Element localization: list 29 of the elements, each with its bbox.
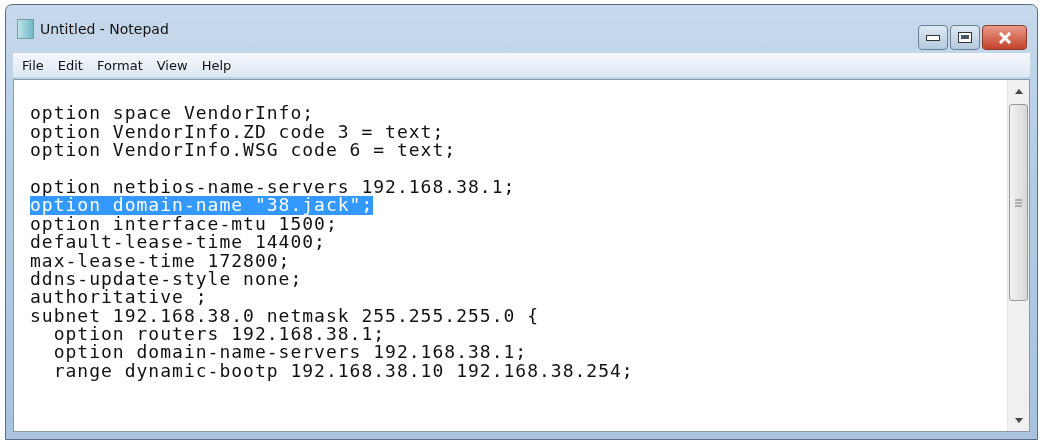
window-title: Untitled - Notepad bbox=[40, 21, 170, 37]
menu-item[interactable]: View bbox=[150, 57, 194, 73]
menu-item[interactable]: Edit bbox=[51, 57, 89, 73]
scrollbar-thumb[interactable] bbox=[1009, 104, 1028, 301]
minimize-button[interactable] bbox=[918, 25, 948, 50]
maximize-icon bbox=[958, 32, 972, 43]
text-line: option domain-name-servers 192.168.38.1; bbox=[52, 343, 528, 362]
vertical-scrollbar[interactable] bbox=[1007, 80, 1029, 431]
text-line: authoritative ; bbox=[30, 288, 208, 307]
text-line: option space VendorInfo; bbox=[30, 104, 315, 123]
minimize-icon bbox=[926, 34, 940, 41]
notepad-icon bbox=[17, 19, 34, 39]
maximize-button[interactable] bbox=[950, 25, 980, 50]
menu-item[interactable]: Format bbox=[90, 57, 149, 73]
menu-item[interactable]: Help bbox=[195, 57, 238, 73]
text-line: max-lease-time 172800; bbox=[30, 251, 291, 270]
text-line: default-lease-time 14400; bbox=[30, 233, 326, 252]
close-icon bbox=[997, 31, 1012, 44]
text-line: range dynamic-bootp 192.168.38.10 192.168.38.254; bbox=[52, 361, 634, 381]
text-line: option netbios-name-servers 192.168.38.1; bbox=[30, 177, 516, 197]
scroll-down-arrow-icon[interactable] bbox=[1014, 417, 1023, 423]
text-line: subnet 192.168.38.0 netmask 255.255.255.0 { bbox=[30, 306, 539, 326]
text-line: ddns-update-style none; bbox=[30, 269, 303, 289]
scroll-up-arrow-icon[interactable] bbox=[1014, 88, 1023, 94]
close-button[interactable] bbox=[982, 25, 1027, 50]
text-line: option VendorInfo.WSG code 6 = text; bbox=[30, 141, 457, 160]
grip-icon bbox=[1015, 198, 1022, 207]
text-line: option routers 192.168.38.1; bbox=[52, 325, 386, 344]
menu-item[interactable]: File bbox=[16, 57, 50, 73]
